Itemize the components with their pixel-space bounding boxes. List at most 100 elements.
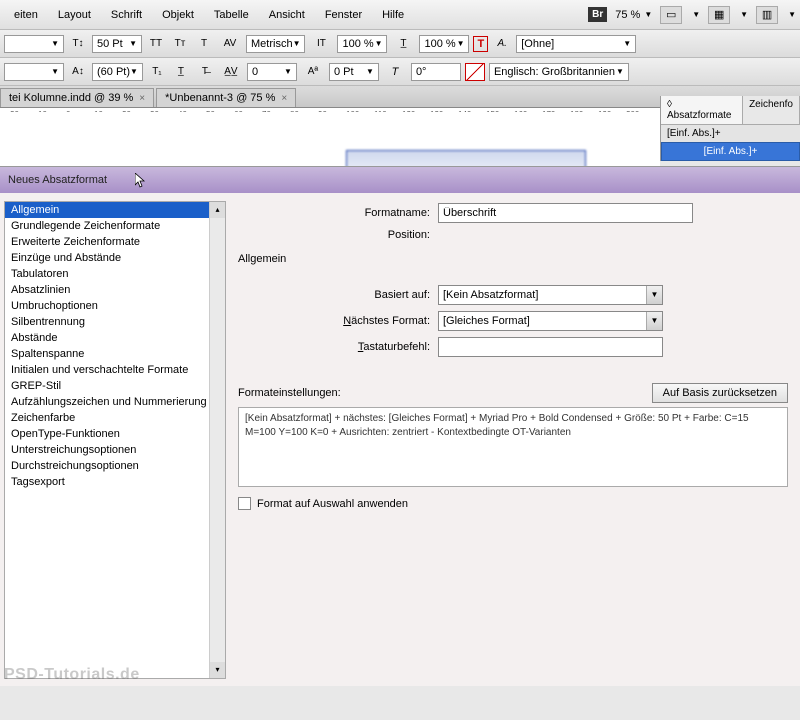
bridge-icon[interactable]: Br xyxy=(588,7,607,22)
chevron-down-icon: ▼ xyxy=(788,10,796,19)
font-size-icon: T↕ xyxy=(68,35,88,53)
chevron-down-icon: ▼ xyxy=(740,10,748,19)
document-tab[interactable]: tei Kolumne.indd @ 39 % × xyxy=(0,88,154,107)
font-size-dropdown[interactable]: 50 Pt▼ xyxy=(92,35,142,53)
reset-button[interactable]: Auf Basis zurücksetzen xyxy=(652,383,788,403)
leading-dropdown[interactable]: (60 Pt)▼ xyxy=(92,63,143,81)
vscale-dropdown[interactable]: 100 %▼ xyxy=(337,35,387,53)
baseline-shift-icon: Aª xyxy=(301,63,325,81)
allcaps-icon[interactable]: TT xyxy=(146,35,166,53)
tab-label: *Unbenannt-3 @ 75 % xyxy=(165,92,275,104)
chevron-down-icon: ▼ xyxy=(692,10,700,19)
strikethrough-icon[interactable]: T̶ xyxy=(195,63,215,81)
chevron-down-icon: ▼ xyxy=(646,286,662,304)
document-tab[interactable]: *Unbenannt-3 @ 75 % × xyxy=(156,88,296,107)
category-item[interactable]: Unterstreichungsoptionen xyxy=(5,442,225,458)
new-paragraph-style-dialog: Neues Absatzformat AllgemeinGrundlegende… xyxy=(0,166,800,686)
menu-schrift[interactable]: Schrift xyxy=(101,3,152,27)
language-dropdown[interactable]: Englisch: Großbritannien▼ xyxy=(489,63,629,81)
category-item[interactable]: Einzüge und Abstände xyxy=(5,250,225,266)
menu-objekt[interactable]: Objekt xyxy=(152,3,204,27)
zoom-value: 75 % xyxy=(615,9,640,21)
dialog-content: Formatname: Position: Allgemein Basiert … xyxy=(226,193,800,687)
smallcaps-icon[interactable]: Tᴛ xyxy=(170,35,190,53)
close-icon[interactable]: × xyxy=(281,93,287,104)
style-item[interactable]: [Einf. Abs.]+ xyxy=(661,125,800,142)
dialog-titlebar: Neues Absatzformat xyxy=(0,167,800,193)
tracking-dropdown[interactable]: 0▼ xyxy=(247,63,297,81)
category-item[interactable]: Zeichenfarbe xyxy=(5,410,225,426)
dialog-title-text: Neues Absatzformat xyxy=(8,174,107,186)
type-color-icon[interactable]: T xyxy=(473,36,488,52)
panel-tab-zeichenformate[interactable]: Zeichenfo xyxy=(743,96,800,124)
swatch-icon[interactable] xyxy=(465,63,485,81)
menubar-right-tools: Br 75 % ▼ ▭ ▼ ▦ ▼ ▥ ▼ xyxy=(588,6,796,24)
formatname-input[interactable] xyxy=(438,203,693,223)
category-item[interactable]: Tagsexport xyxy=(5,474,225,490)
control-toolbar-row1: ▼ T↕ 50 Pt▼ TT Tᴛ T AV Metrisch▼ IT 100 … xyxy=(0,30,800,58)
naechstes-label: Nächstes Format: xyxy=(238,315,438,327)
arrange-icon[interactable]: ▥ xyxy=(756,6,778,24)
category-item[interactable]: Tabulatoren xyxy=(5,266,225,282)
category-item[interactable]: Absatzlinien xyxy=(5,282,225,298)
zoom-dropdown[interactable]: 75 % ▼ xyxy=(615,9,652,21)
close-icon[interactable]: × xyxy=(139,93,145,104)
screen-mode-icon[interactable]: ▭ xyxy=(660,6,682,24)
scroll-up-icon[interactable]: ▴ xyxy=(210,202,225,218)
position-label: Position: xyxy=(238,229,438,241)
horizontal-scale-icon: T̲ xyxy=(391,35,415,53)
category-item[interactable]: Initialen und verschachtelte Formate xyxy=(5,362,225,378)
basiert-label: Basiert auf: xyxy=(238,289,438,301)
menu-seiten[interactable]: eiten xyxy=(4,3,48,27)
menu-layout[interactable]: Layout xyxy=(48,3,101,27)
chevron-down-icon: ▼ xyxy=(644,10,652,19)
cursor-icon xyxy=(135,173,147,192)
menu-fenster[interactable]: Fenster xyxy=(315,3,372,27)
basiert-dropdown[interactable]: [Kein Absatzformat] ▼ xyxy=(438,285,663,305)
apply-checkbox-label: Format auf Auswahl anwenden xyxy=(257,498,408,510)
category-item[interactable]: Silbentrennung xyxy=(5,314,225,330)
category-item[interactable]: GREP-Stil xyxy=(5,378,225,394)
category-item[interactable]: Spaltenspanne xyxy=(5,346,225,362)
category-item[interactable]: OpenType-Funktionen xyxy=(5,426,225,442)
category-item[interactable]: Abstände xyxy=(5,330,225,346)
naechstes-dropdown[interactable]: [Gleiches Format] ▼ xyxy=(438,311,663,331)
apply-checkbox[interactable] xyxy=(238,497,251,510)
hscale-dropdown[interactable]: 100 %▼ xyxy=(419,35,469,53)
underline-icon[interactable]: T̲ xyxy=(171,63,191,81)
category-item[interactable]: Erweiterte Zeichenformate xyxy=(5,234,225,250)
formatname-label: Formatname: xyxy=(238,207,438,219)
subscript-icon[interactable]: T₁ xyxy=(147,63,167,81)
view-mode-icon[interactable]: ▦ xyxy=(708,6,730,24)
leading-icon: A↕ xyxy=(68,63,88,81)
category-item[interactable]: Allgemein xyxy=(5,202,225,218)
category-item[interactable]: Aufzählungszeichen und Nummerierung xyxy=(5,394,225,410)
menu-hilfe[interactable]: Hilfe xyxy=(372,3,414,27)
main-menubar: eiten Layout Schrift Objekt Tabelle Ansi… xyxy=(0,0,800,30)
kerning-dropdown[interactable]: Metrisch▼ xyxy=(246,35,305,53)
menu-ansicht[interactable]: Ansicht xyxy=(259,3,315,27)
baseline-dropdown[interactable]: 0 Pt▼ xyxy=(329,63,379,81)
tastatur-label: Tastaturbefehl: xyxy=(238,341,438,353)
skew-dropdown[interactable]: 0° xyxy=(411,63,461,81)
category-item[interactable]: Durchstreichungsoptionen xyxy=(5,458,225,474)
scroll-down-icon[interactable]: ▾ xyxy=(210,662,225,678)
char-style-dropdown[interactable]: [Ohne]▼ xyxy=(516,35,636,53)
font-style-dropdown[interactable]: ▼ xyxy=(4,63,64,81)
char-style-a-icon: A. xyxy=(492,35,512,53)
panel-tab-absatzformate[interactable]: ◊ Absatzformate xyxy=(661,96,743,124)
tracking-icon: A̲V̲ xyxy=(219,63,243,81)
superscript-icon[interactable]: T xyxy=(194,35,214,53)
kerning-icon: AV xyxy=(218,35,242,53)
watermark-text: PSD-Tutorials.de xyxy=(4,666,140,684)
tab-label: tei Kolumne.indd @ 39 % xyxy=(9,92,133,104)
tastatur-input[interactable] xyxy=(438,337,663,357)
scrollbar[interactable]: ▴ ▾ xyxy=(209,202,225,678)
category-item[interactable]: Grundlegende Zeichenformate xyxy=(5,218,225,234)
category-item[interactable]: Umbruchoptionen xyxy=(5,298,225,314)
style-item-selected[interactable]: [Einf. Abs.]+ xyxy=(661,142,800,161)
font-family-dropdown[interactable]: ▼ xyxy=(4,35,64,53)
settings-summary-box: [Kein Absatzformat] + nächstes: [Gleiche… xyxy=(238,407,788,487)
chevron-down-icon: ▼ xyxy=(646,312,662,330)
menu-tabelle[interactable]: Tabelle xyxy=(204,3,259,27)
